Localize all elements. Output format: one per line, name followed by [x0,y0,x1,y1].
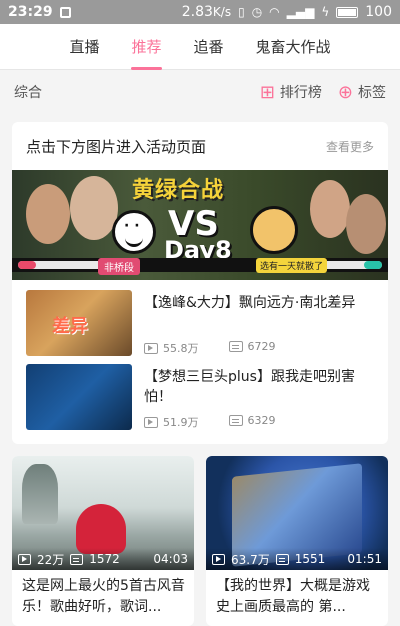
play-count-icon [212,553,225,565]
video-title: 【我的世界】大概是游戏史上画质最高的 第... [216,578,370,615]
danmaku-count: 6729 [247,340,276,353]
banner-person-4 [346,194,386,254]
activity-card: 点击下方图片进入活动页面 查看更多 黄绿合战 VS Day8 非桥段 选有一天就… [12,122,388,444]
video-meta: 55.8万 6729 [144,340,276,356]
top-tabs: 直播 推荐 追番 鬼畜大作战 [0,24,400,70]
video-thumbnail [26,364,132,430]
smiley-icon [112,210,156,254]
tab-bangumi[interactable]: 追番 [194,24,224,70]
video-card[interactable]: 63.7万 1551 01:51 【我的世界】大概是游戏史上画质最高的 第... [206,456,388,626]
wifi-icon: ◠ [269,5,280,19]
views: 55.8万 [144,340,199,356]
danmaku-icon [228,341,243,352]
danmaku-count: 6329 [247,414,276,427]
video-meta-overlay: 63.7万 1551 01:51 [206,548,388,570]
notification-icon [59,6,71,18]
banner-person-3 [310,180,350,238]
signal-icon: ▂▄▆ [286,5,315,19]
tags-button[interactable]: ⊕ 标签 [338,82,386,103]
card-title: 点击下方图片进入活动页面 [26,137,207,156]
video-thumbnail: 差异 [26,290,132,356]
battery-icon [336,6,359,18]
tags-label: 标签 [358,85,386,101]
thumbnail-figure [76,504,126,554]
thumbnail-tree [22,464,58,524]
video-meta-overlay: 22万 1572 04:03 [12,548,194,570]
views-count: 55.8万 [163,342,199,355]
sub-actions: ⊞ 排行榜 ⊕ 标签 [260,82,386,103]
clock: 23:29 [8,4,53,20]
danmaku-icon [275,553,289,565]
general-filter[interactable]: 综合 [14,82,42,102]
banner-right-tag: 选有一天就散了 [256,258,328,273]
video-title: 【梦想三巨头plus】跟我走吧别害怕！ [144,369,355,405]
tab-live[interactable]: 直播 [69,24,99,70]
tab-kichiku-battle[interactable]: 鬼畜大作战 [256,24,331,70]
danmaku-icon [70,553,84,565]
charging-icon: ϟ [321,5,330,19]
vibrate-icon: ▯ [238,5,245,19]
play-count-icon [18,553,31,565]
network-speed: 2.83K/s [182,4,231,20]
views-count: 51.9万 [163,416,199,429]
tab-recommend[interactable]: 推荐 [131,24,162,70]
views: 51.9万 [144,414,199,430]
views-count: 63.7万 [231,552,270,567]
see-more-link[interactable]: 查看更多 [326,138,374,155]
right-score-marker [364,261,382,269]
danmaku: 6329 [228,414,276,430]
video-card[interactable]: 22万 1572 04:03 这是网上最火的5首古风音乐！歌曲好听，歌词... [12,456,194,626]
banner-person-1 [26,184,70,244]
danmaku-count: 1551 [294,552,326,566]
duration: 04:03 [153,552,188,566]
activity-banner[interactable]: 黄绿合战 VS Day8 非桥段 选有一天就散了 [12,170,388,280]
danmaku-icon [228,415,243,426]
danmaku-count: 1572 [89,552,120,566]
status-bar: 23:29 2.83K/s ▯ ◷ ◠ ▂▄▆ ϟ 100 [0,0,400,24]
speed-value: 2.83 [181,4,213,20]
ranking-label: 排行榜 [279,85,322,101]
status-icons: 2.83K/s ▯ ◷ ◠ ▂▄▆ ϟ 100 [182,4,392,20]
battery-level: 100 [365,4,392,20]
play-count-icon [144,343,158,354]
alarm-icon: ◷ [251,5,263,19]
list-item[interactable]: 【梦想三巨头plus】跟我走吧别害怕！ 51.9万 6329 [26,364,376,432]
play-count-icon [144,417,158,428]
anime-avatar-icon [250,206,298,254]
list-item[interactable]: 差异 【逸峰&大力】飘向远方·南北差异 55.8万 6729 [26,290,376,358]
banner-title: 黄绿合战 [132,178,225,203]
sub-header: 综合 ⊞ 排行榜 ⊕ 标签 [0,71,400,113]
left-score-marker [18,261,36,269]
duration: 01:51 [347,552,382,566]
tag-icon: ⊕ [337,81,353,103]
banner-person-2 [70,176,118,240]
danmaku: 6729 [228,340,276,356]
video-title: 这是网上最火的5首古风音乐！歌曲好听，歌词... [22,578,185,615]
video-title: 【逸峰&大力】飘向远方·南北差异 [144,295,356,311]
ranking-icon: ⊞ [259,81,275,103]
banner-left-tag: 非桥段 [98,258,140,275]
card-header: 点击下方图片进入活动页面 查看更多 [12,122,388,170]
views-count: 22万 [37,552,65,567]
video-meta: 51.9万 6329 [144,414,276,430]
thumbnail-text: 差异 [52,316,88,337]
ranking-button[interactable]: ⊞ 排行榜 [260,82,322,103]
speed-unit: K/s [212,5,232,19]
